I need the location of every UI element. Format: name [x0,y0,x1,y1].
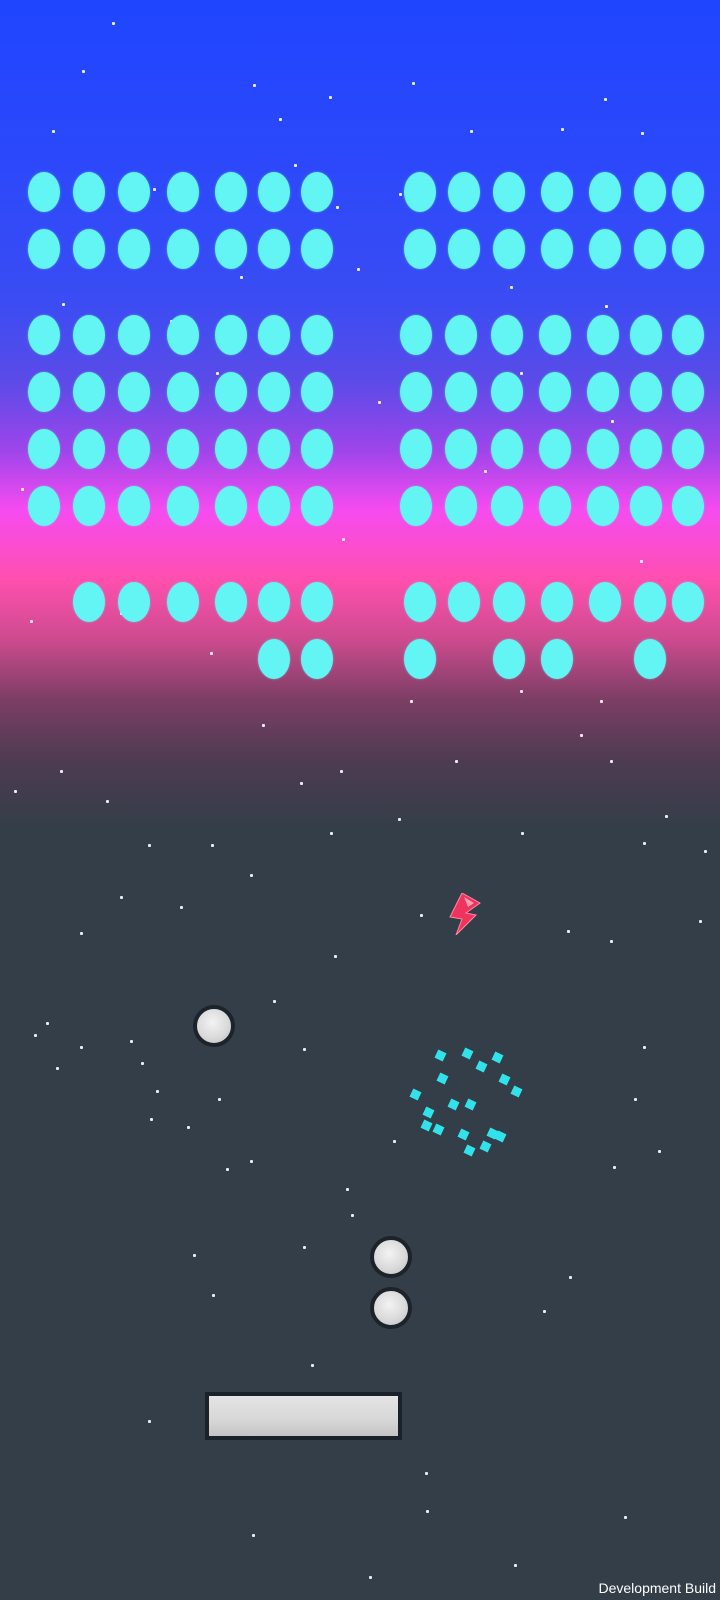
particle [447,1098,460,1111]
particle [461,1047,474,1060]
particle [498,1073,511,1086]
paddle[interactable] [205,1392,402,1440]
particle [475,1060,488,1073]
particle [479,1140,492,1153]
ball [370,1287,412,1329]
particle [457,1128,470,1141]
particle [434,1049,447,1062]
particle [510,1085,523,1098]
particle [491,1051,504,1064]
game-scene[interactable]: Development Build [0,0,720,1600]
brick-break-particles [0,0,720,1600]
particle [420,1119,433,1132]
particle [494,1130,507,1143]
particle [436,1072,449,1085]
particle [464,1098,477,1111]
ball [193,1005,235,1047]
particle [422,1106,435,1119]
particle [432,1123,445,1136]
ball [370,1236,412,1278]
lightning-bolt-icon [449,893,481,935]
development-build-label: Development Build [598,1580,716,1596]
paddle-face [209,1396,398,1436]
particle [409,1088,422,1101]
particle [463,1144,476,1157]
